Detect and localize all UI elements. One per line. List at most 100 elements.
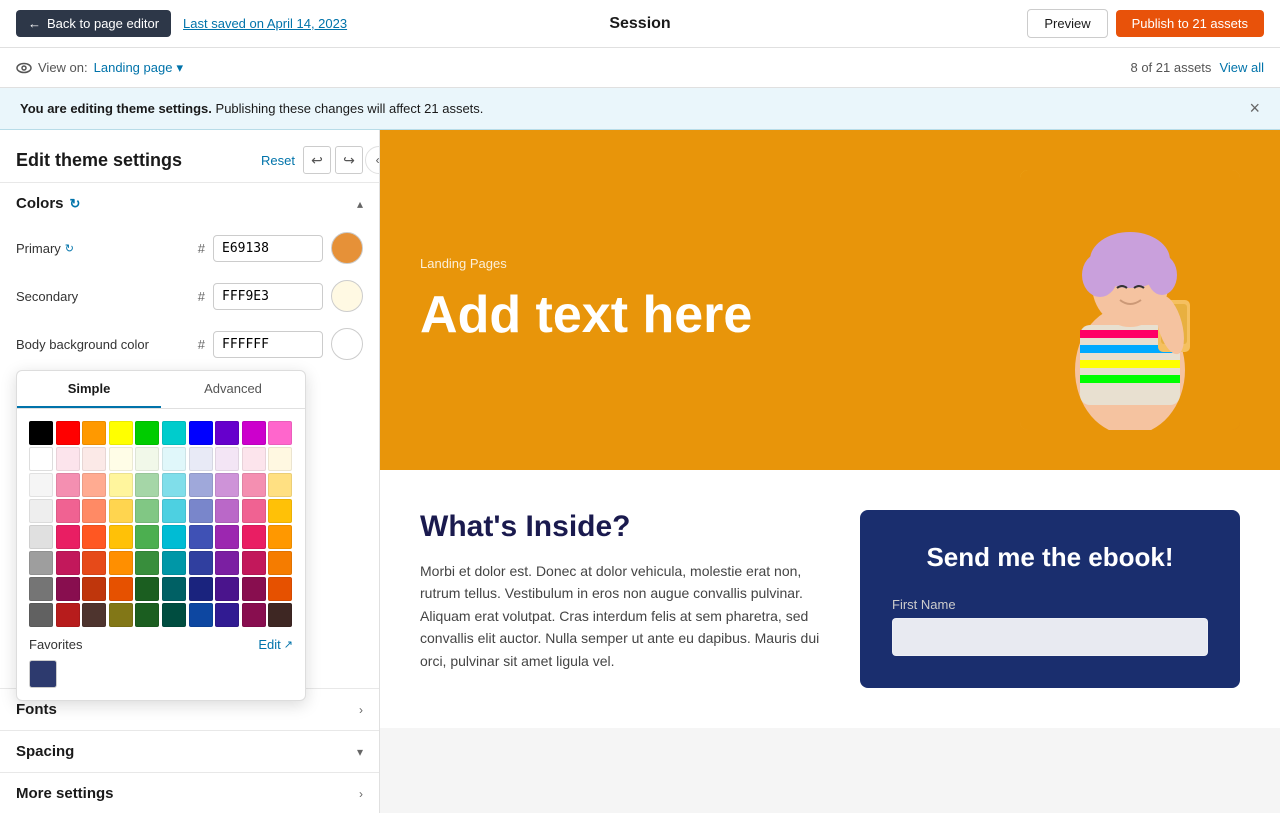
color-r8-8[interactable] <box>215 603 239 627</box>
color-purple[interactable] <box>215 421 239 445</box>
color-r6-4[interactable] <box>109 551 133 575</box>
color-r7-5[interactable] <box>135 577 159 601</box>
color-r7-4[interactable] <box>109 577 133 601</box>
secondary-color-swatch[interactable] <box>331 280 363 312</box>
color-blue[interactable] <box>189 421 213 445</box>
color-r4-7[interactable] <box>189 499 213 523</box>
color-r4-8[interactable] <box>215 499 239 523</box>
color-cyan[interactable] <box>162 421 186 445</box>
color-r8-5[interactable] <box>135 603 159 627</box>
color-r6-2[interactable] <box>56 551 80 575</box>
color-r7-3[interactable] <box>82 577 106 601</box>
color-r4-2[interactable] <box>56 499 80 523</box>
color-orange[interactable] <box>82 421 106 445</box>
color-r2-3[interactable] <box>82 447 106 471</box>
color-r2-4[interactable] <box>109 447 133 471</box>
color-r7-2[interactable] <box>56 577 80 601</box>
color-r6-8[interactable] <box>215 551 239 575</box>
color-r8-4[interactable] <box>109 603 133 627</box>
color-r7-1[interactable] <box>29 577 53 601</box>
color-magenta[interactable] <box>242 421 266 445</box>
color-r2-9[interactable] <box>242 447 266 471</box>
primary-color-swatch[interactable] <box>331 232 363 264</box>
color-r8-2[interactable] <box>56 603 80 627</box>
color-r7-6[interactable] <box>162 577 186 601</box>
close-notification-button[interactable]: × <box>1249 98 1260 119</box>
color-r2-7[interactable] <box>189 447 213 471</box>
color-r5-9[interactable] <box>242 525 266 549</box>
color-r3-5[interactable] <box>135 473 159 497</box>
redo-button[interactable]: ↪ <box>335 146 363 174</box>
color-r4-3[interactable] <box>82 499 106 523</box>
primary-hex-input[interactable] <box>213 235 323 262</box>
color-r8-1[interactable] <box>29 603 53 627</box>
reset-link[interactable]: Reset <box>261 153 295 168</box>
color-r5-10[interactable] <box>268 525 292 549</box>
color-r2-6[interactable] <box>162 447 186 471</box>
color-r5-8[interactable] <box>215 525 239 549</box>
favorites-edit-link[interactable]: Edit ↗ <box>258 637 293 652</box>
color-r3-8[interactable] <box>215 473 239 497</box>
color-r4-9[interactable] <box>242 499 266 523</box>
advanced-tab[interactable]: Advanced <box>161 371 305 408</box>
color-red[interactable] <box>56 421 80 445</box>
color-r4-1[interactable] <box>29 499 53 523</box>
color-r8-9[interactable] <box>242 603 266 627</box>
color-r3-3[interactable] <box>82 473 106 497</box>
color-black[interactable] <box>29 421 53 445</box>
view-all-link[interactable]: View all <box>1219 60 1264 75</box>
secondary-hex-input[interactable] <box>213 283 323 310</box>
color-r5-6[interactable] <box>162 525 186 549</box>
last-saved-link[interactable]: Last saved on April 14, 2023 <box>183 16 347 31</box>
preview-button[interactable]: Preview <box>1027 9 1107 38</box>
color-r5-4[interactable] <box>109 525 133 549</box>
color-r6-6[interactable] <box>162 551 186 575</box>
color-r7-9[interactable] <box>242 577 266 601</box>
color-r5-3[interactable] <box>82 525 106 549</box>
color-r2-2[interactable] <box>56 447 80 471</box>
color-r3-10[interactable] <box>268 473 292 497</box>
simple-tab[interactable]: Simple <box>17 371 161 408</box>
back-to-editor-button[interactable]: ← Back to page editor <box>16 10 171 37</box>
color-r3-7[interactable] <box>189 473 213 497</box>
color-r6-1[interactable] <box>29 551 53 575</box>
color-r2-8[interactable] <box>215 447 239 471</box>
color-r5-1[interactable] <box>29 525 53 549</box>
color-r8-10[interactable] <box>268 603 292 627</box>
color-r5-2[interactable] <box>56 525 80 549</box>
color-r8-3[interactable] <box>82 603 106 627</box>
favorite-color-swatch[interactable] <box>29 660 57 688</box>
color-r4-6[interactable] <box>162 499 186 523</box>
color-r7-10[interactable] <box>268 577 292 601</box>
color-r4-5[interactable] <box>135 499 159 523</box>
color-r8-6[interactable] <box>162 603 186 627</box>
color-r4-10[interactable] <box>268 499 292 523</box>
first-name-input[interactable] <box>892 618 1208 656</box>
color-r2-10[interactable] <box>268 447 292 471</box>
color-r7-7[interactable] <box>189 577 213 601</box>
color-r2-1[interactable] <box>29 447 53 471</box>
color-r7-8[interactable] <box>215 577 239 601</box>
color-yellow[interactable] <box>109 421 133 445</box>
spacing-section-header[interactable]: Spacing ▾ <box>0 730 379 772</box>
color-r5-5[interactable] <box>135 525 159 549</box>
color-r6-5[interactable] <box>135 551 159 575</box>
color-pink[interactable] <box>268 421 292 445</box>
color-r6-3[interactable] <box>82 551 106 575</box>
more-settings-header[interactable]: More settings › <box>0 772 379 813</box>
body-hex-input[interactable] <box>213 331 323 358</box>
color-green[interactable] <box>135 421 159 445</box>
color-r6-9[interactable] <box>242 551 266 575</box>
color-r3-1[interactable] <box>29 473 53 497</box>
color-r4-4[interactable] <box>109 499 133 523</box>
color-r6-10[interactable] <box>268 551 292 575</box>
color-r3-9[interactable] <box>242 473 266 497</box>
color-r2-5[interactable] <box>135 447 159 471</box>
color-r6-7[interactable] <box>189 551 213 575</box>
color-r8-7[interactable] <box>189 603 213 627</box>
color-r5-7[interactable] <box>189 525 213 549</box>
colors-section-header[interactable]: Colors ↻ ▴ <box>0 182 379 224</box>
color-r3-2[interactable] <box>56 473 80 497</box>
color-r3-6[interactable] <box>162 473 186 497</box>
color-r3-4[interactable] <box>109 473 133 497</box>
